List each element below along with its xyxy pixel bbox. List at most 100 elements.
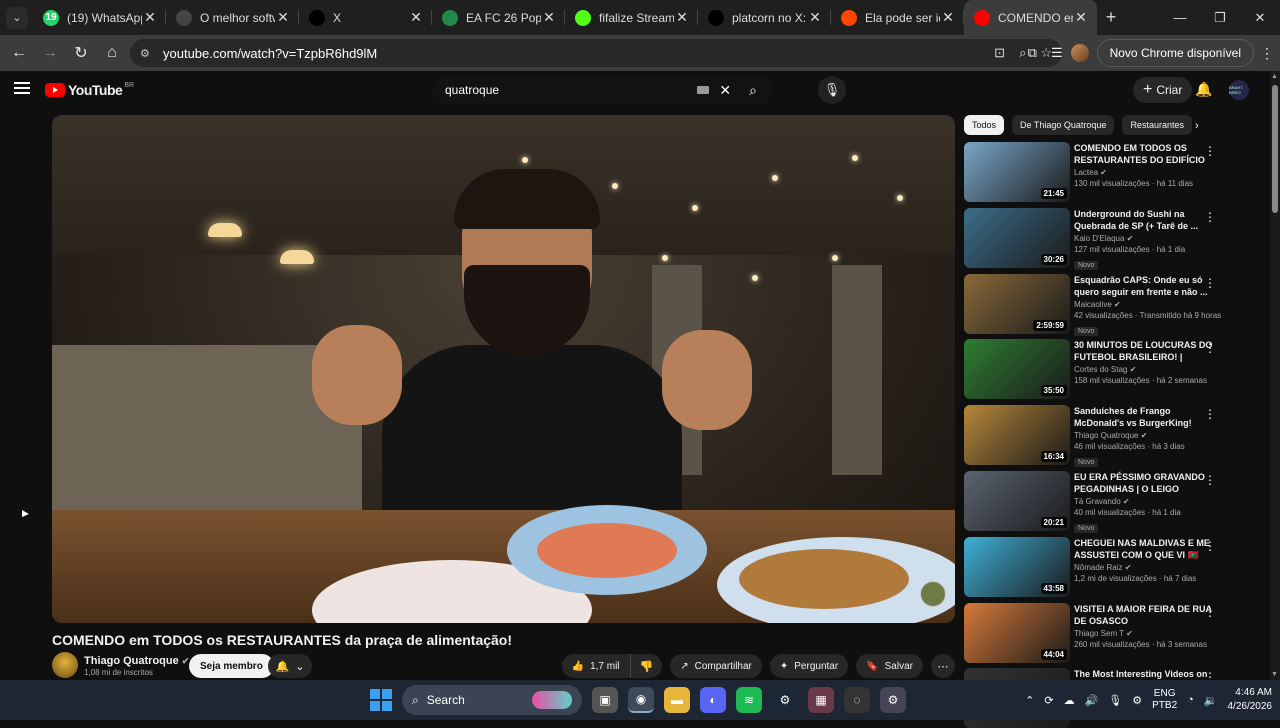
recommended-title[interactable]: EU ERA PÉSSIMO GRAVANDO PEGADINHAS | O L… (1074, 471, 1214, 495)
recommended-channel[interactable]: Maicaolive ✔ (1074, 300, 1214, 309)
more-options-icon[interactable]: ⋮ (1204, 473, 1216, 487)
more-options-icon[interactable]: ⋮ (1204, 407, 1216, 421)
video-thumbnail[interactable]: 30:26 (964, 207, 1070, 268)
recommended-channel-name[interactable]: Nômade Raiz (1074, 563, 1122, 572)
close-tab-icon[interactable]: ✕ (541, 9, 557, 26)
tab-search-chevron-icon[interactable]: ⌄ (6, 6, 28, 29)
wifi-icon[interactable]: ◔ (1187, 694, 1194, 706)
ask-button[interactable]: ✦ Perguntar (769, 654, 849, 678)
back-button[interactable]: ← (4, 38, 34, 68)
reload-button[interactable]: ↻ (66, 38, 96, 68)
address-bar[interactable]: ⚙ youtube.com/watch?v=TzpbR6hd9lM ⊡ ⌕ ☆ (130, 39, 1062, 67)
clock[interactable]: 4:46 AM 4/26/2026 (1228, 686, 1273, 714)
browser-tab[interactable]: COMENDO em T✕ (964, 0, 1097, 35)
task-view-icon[interactable]: ▣ (592, 687, 618, 713)
steam-icon[interactable]: ⚙ (772, 687, 798, 713)
recommended-channel[interactable]: Thiago Quatroque ✔ (1074, 431, 1214, 440)
close-tab-icon[interactable]: ✕ (1073, 9, 1089, 26)
chrome-icon[interactable]: ◉ (628, 687, 654, 713)
recommended-channel-name[interactable]: Tá Gravando (1074, 497, 1121, 506)
windows-start-icon[interactable] (370, 689, 392, 711)
file-explorer-icon[interactable]: ▬ (664, 687, 690, 713)
channel-watermark[interactable] (920, 581, 946, 607)
notifications-bell-icon[interactable]: 🔔 (1195, 81, 1212, 98)
recommended-channel[interactable]: Kaio D'Elaqua ✔ (1074, 234, 1214, 243)
recommended-title[interactable]: CHEGUEI NAS MALDIVAS E ME ASSUSTEI COM O… (1074, 537, 1214, 561)
share-button[interactable]: ↗ Compartilhar (670, 654, 762, 678)
recommended-channel-name[interactable]: Cortes do Stag (1074, 365, 1127, 374)
browser-tab[interactable]: O melhor software✕ (166, 0, 299, 35)
profile-avatar[interactable] (1070, 44, 1089, 62)
subscribed-bell-button[interactable]: 🔔 ⌄ (268, 654, 312, 678)
recommended-channel-name[interactable]: Kaio D'Elaqua (1074, 234, 1124, 243)
video-thumbnail[interactable]: 35:50 (964, 339, 1070, 400)
filter-chip[interactable]: Todos (964, 115, 1005, 135)
voice-search-mic-icon[interactable]: 🎙 (818, 76, 846, 104)
recommended-channel[interactable]: Cortes do Stag ✔ (1074, 365, 1214, 374)
tray-steam-icon[interactable]: ⚙ (1132, 694, 1142, 707)
video-thumbnail[interactable]: 16:34 (964, 405, 1070, 466)
new-tab-button[interactable]: + (1097, 7, 1125, 28)
channel-avatar[interactable] (52, 652, 78, 678)
search-box[interactable]: quatroque ✕ ⌕ (433, 76, 773, 104)
channel-name-text[interactable]: Thiago Quatroque (84, 655, 179, 667)
tray-overflow-chevron-icon[interactable]: ⌃ (1025, 694, 1034, 707)
browser-tab[interactable]: EA FC 26 Popular✕ (432, 0, 565, 35)
recommended-channel[interactable]: Lactea ✔ (1074, 168, 1214, 177)
more-actions-button[interactable]: ⋯ (931, 654, 955, 678)
recommended-video[interactable]: 30:26 Underground do Sushi na Quebrada de… (964, 207, 1264, 270)
scroll-up-icon[interactable]: ▲ (1271, 73, 1278, 80)
recommended-channel[interactable]: Nômade Raiz ✔ (1074, 563, 1214, 572)
mic-tray-icon[interactable]: 🎙 (1108, 694, 1122, 707)
guide-menu-icon[interactable] (14, 82, 30, 94)
sync-icon[interactable]: ⟳ (1044, 694, 1053, 707)
install-app-icon[interactable]: ⊡ (994, 45, 1005, 61)
video-thumbnail[interactable]: 43:58 (964, 536, 1070, 597)
chevron-right-icon[interactable]: › (1195, 120, 1199, 132)
url-text[interactable]: youtube.com/watch?v=TzpbR6hd9lM (163, 46, 377, 61)
browser-tab[interactable]: 19 (19) WhatsApp ✕ (33, 0, 166, 35)
chrome-menu-icon[interactable]: ⋮ (1254, 45, 1280, 62)
recommended-title[interactable]: COMENDO EM TODOS OS RESTAURANTES DO EDIF… (1074, 142, 1214, 166)
filter-chip[interactable]: Restaurantes (1122, 115, 1192, 135)
scroll-down-icon[interactable]: ▼ (1271, 671, 1278, 678)
recommended-channel-name[interactable]: Thiago Sem T (1074, 629, 1124, 638)
close-tab-icon[interactable]: ✕ (807, 9, 823, 26)
more-options-icon[interactable]: ⋮ (1204, 276, 1216, 290)
volume-icon[interactable]: 🔉 (1204, 694, 1218, 707)
search-input[interactable]: quatroque (445, 83, 697, 97)
recommended-video[interactable]: 35:50 30 MINUTOS DE LOUCURAS DO FUTEBOL B… (964, 339, 1264, 400)
save-button[interactable]: 🔖 Salvar (856, 654, 923, 678)
maximize-button[interactable]: ❐ (1200, 0, 1240, 35)
more-options-icon[interactable]: ⋮ (1204, 341, 1216, 355)
recommended-video[interactable]: 2:59:59 Esquadrão CAPS: Onde eu só quero … (964, 273, 1264, 336)
recommended-title[interactable]: The Most Interesting Videos on (1074, 668, 1214, 680)
discord-icon[interactable]: ◐ (700, 687, 726, 713)
zoom-icon[interactable]: ⌕ (1019, 45, 1026, 61)
recommended-title[interactable]: VISITEI A MAIOR FEIRA DE RUA DE OSASCO (1074, 603, 1214, 627)
chrome-update-button[interactable]: Novo Chrome disponível (1096, 39, 1254, 67)
keyboard-icon[interactable] (697, 86, 710, 94)
site-info-icon[interactable]: ⚙ (140, 47, 154, 60)
recommended-channel-name[interactable]: Thiago Quatroque (1074, 431, 1139, 440)
video-thumbnail[interactable]: 2:59:59 (964, 273, 1070, 334)
close-window-button[interactable]: ✕ (1240, 0, 1280, 35)
forward-button[interactable]: → (35, 38, 65, 68)
browser-tab[interactable]: Ela pode ser idol✕ (831, 0, 964, 35)
settings-gear-icon[interactable]: ⚙ (880, 687, 906, 713)
more-options-icon[interactable]: ⋮ (1204, 605, 1216, 619)
video-player[interactable] (52, 115, 955, 623)
recommended-video[interactable]: 21:45 COMENDO EM TODOS OS RESTAURANTES DO… (964, 142, 1264, 202)
more-options-icon[interactable]: ⋮ (1204, 210, 1216, 224)
create-button[interactable]: + Criar (1133, 77, 1193, 103)
close-tab-icon[interactable]: ✕ (275, 9, 291, 26)
recommended-channel[interactable]: Tá Gravando ✔ (1074, 497, 1214, 506)
page-scrollbar[interactable]: ▲ ▼ (1270, 71, 1280, 680)
capture-app-icon[interactable]: ▦ (808, 687, 834, 713)
taskbar-search[interactable]: ⌕ Search (402, 685, 582, 715)
media-app-icon[interactable]: ◌ (844, 687, 870, 713)
recommended-video[interactable]: 43:58 CHEGUEI NAS MALDIVAS E ME ASSUSTEI … (964, 536, 1264, 597)
close-tab-icon[interactable]: ✕ (940, 9, 956, 26)
channel-name[interactable]: Thiago Quatroque ✔ (84, 655, 189, 667)
close-tab-icon[interactable]: ✕ (142, 9, 158, 26)
